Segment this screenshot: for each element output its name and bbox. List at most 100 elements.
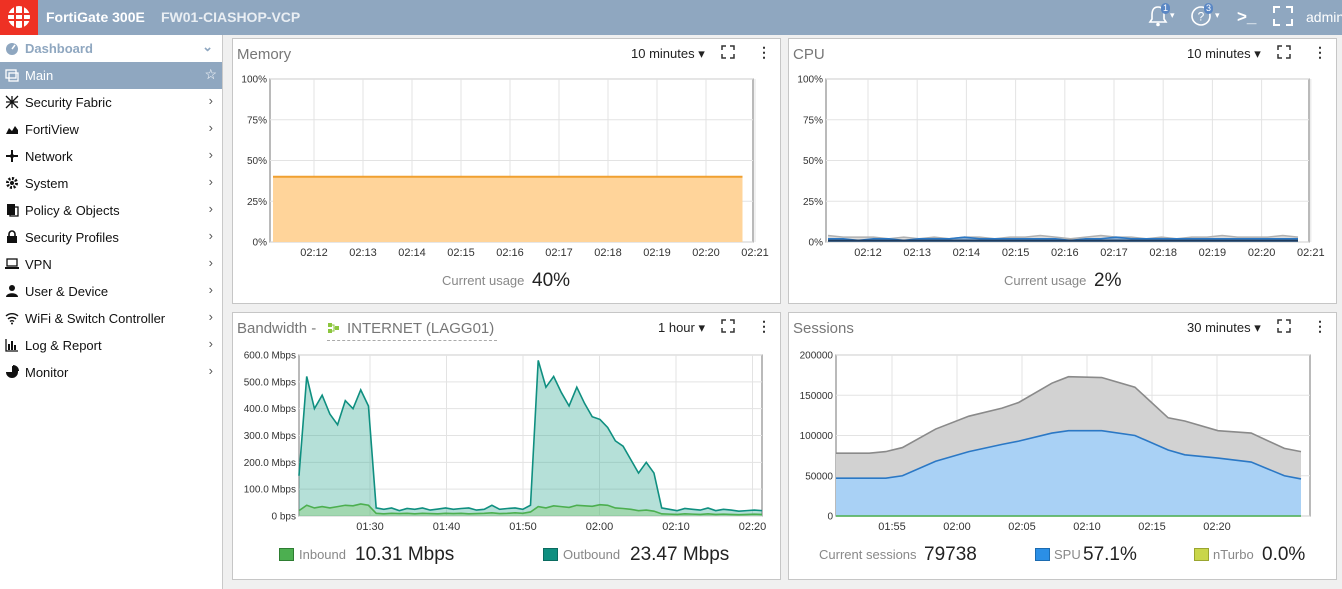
y-tick-label: 25% [247, 197, 267, 208]
x-tick-label: 02:14 [953, 247, 981, 259]
favorite-star-icon[interactable]: ☆ [204, 66, 217, 83]
fabric-icon [5, 95, 19, 109]
current-usage-value: 40% [532, 270, 571, 291]
x-tick-label: 02:14 [398, 247, 426, 259]
alert-bell-icon[interactable]: 1 ▾ [1148, 3, 1178, 29]
chart-svg: 200000 150000 100000 50000 0 01:55 02:00 02:05 0… [800, 351, 1311, 533]
x-tick-label: 01:50 [509, 521, 537, 533]
y-tick-label: 600.0 Mbps [244, 351, 296, 362]
sidebar-item-label: WiFi & Switch Controller [25, 311, 166, 326]
hostname[interactable]: FW01-CIASHOP-VCP [161, 9, 300, 25]
sidebar-item-log-report[interactable]: Log & Report › [0, 332, 222, 359]
chevron-right-icon: › [208, 120, 213, 135]
chevron-right-icon: › [208, 228, 213, 243]
x-tick-label: 02:16 [1051, 247, 1079, 259]
chevron-down-icon: ▾ [1215, 10, 1220, 20]
sidebar-item-monitor[interactable]: Monitor › [0, 359, 222, 386]
x-tick-label: 02:15 [447, 247, 475, 259]
y-tick-label: 50% [247, 156, 267, 167]
x-tick-label: 02:19 [643, 247, 671, 259]
sidebar-item-user-device[interactable]: User & Device › [0, 278, 222, 305]
x-tick-label: 02:10 [662, 521, 690, 533]
y-tick-label: 0 bps [272, 512, 296, 523]
user-icon [5, 284, 19, 298]
x-tick-label: 01:40 [433, 521, 461, 533]
alert-count-badge: 1 [1161, 3, 1171, 14]
policy-icon [5, 203, 19, 217]
x-tick-label: 01:30 [356, 521, 384, 533]
y-tick-label: 500.0 Mbps [244, 377, 296, 388]
chevron-right-icon: › [208, 201, 213, 216]
top-bar: FortiGate 300E FW01-CIASHOP-VCP 1 ▾ ? 3 … [0, 0, 1342, 35]
x-tick-label: 02:05 [1008, 521, 1036, 533]
outbound-legend-swatch [543, 548, 558, 561]
x-tick-label: 02:16 [496, 247, 524, 259]
x-tick-label: 02:20 [692, 247, 720, 259]
sidebar-item-fortiview[interactable]: FortiView › [0, 116, 222, 143]
memory-widget: Memory 10 minutes ⋮ 100%75%50%25%0%02:12… [232, 38, 781, 304]
chevron-down-icon: ⌄ [202, 39, 213, 54]
sidebar-item-label: Policy & Objects [25, 203, 120, 218]
y-tick-label: 0 [827, 512, 833, 523]
sidebar-item-security-profiles[interactable]: Security Profiles › [0, 224, 222, 251]
y-tick-label: 75% [803, 115, 823, 126]
y-tick-label: 100000 [800, 431, 834, 442]
y-tick-label: 75% [247, 115, 267, 126]
help-icon[interactable]: ? 3 ▾ [1190, 3, 1224, 29]
sidebar-item-label: Monitor [25, 365, 69, 380]
nturbo-legend-swatch [1194, 548, 1209, 561]
inbound-label: Inbound [299, 547, 346, 562]
user-menu[interactable]: admin [1306, 9, 1342, 25]
outbound-value: 23.47 Mbps [630, 544, 730, 565]
x-tick-label: 02:13 [349, 247, 377, 259]
x-tick-label: 02:00 [586, 521, 614, 533]
y-tick-label: 200000 [800, 351, 834, 362]
help-count-badge: 3 [1204, 3, 1214, 14]
x-tick-label: 02:21 [741, 247, 769, 259]
series-area-0 [273, 176, 743, 242]
y-tick-label: 100% [241, 75, 267, 86]
x-tick-label: 02:17 [545, 247, 573, 259]
dashboard-icon [5, 41, 19, 55]
y-tick-label: 200.0 Mbps [244, 458, 296, 469]
dashboard-icon [5, 68, 19, 82]
x-tick-label: 02:10 [1073, 521, 1101, 533]
x-tick-label: 01:55 [878, 521, 906, 533]
x-tick-label: 02:17 [1100, 247, 1128, 259]
sidebar-item-vpn[interactable]: VPN › [0, 251, 222, 278]
sidebar-item-label: FortiView [25, 122, 79, 137]
y-tick-label: 400.0 Mbps [244, 404, 296, 415]
lock-icon [5, 230, 19, 244]
bandwidth-widget: Bandwidth - INTERNET (LAGG01) 1 hour ⋮ 6… [232, 312, 781, 580]
current-sessions-label: Current sessions [819, 547, 917, 562]
x-tick-label: 02:12 [300, 247, 328, 259]
sidebar-header-dashboard[interactable]: Dashboard ⌄ [0, 35, 222, 62]
fullscreen-icon[interactable] [1272, 5, 1294, 29]
cli-console-icon[interactable]: >_ [1237, 7, 1256, 31]
spu-legend-swatch [1035, 548, 1050, 561]
chart-svg: 100% 75% 50% 25% 0% 02:12 02:13 02:14 02:15 02:16… [797, 75, 1325, 260]
network-icon [5, 149, 19, 163]
x-tick-label: 02:21 [1297, 247, 1325, 259]
nturbo-label: nTurbo [1213, 547, 1254, 562]
sidebar-item-network[interactable]: Network › [0, 143, 222, 170]
current-sessions-value: 79738 [924, 544, 977, 565]
sidebar-item-label: VPN [25, 257, 52, 272]
x-tick-label: 02:00 [943, 521, 971, 533]
y-tick-label: 50000 [805, 471, 833, 482]
sidebar-item-policy-objects[interactable]: Policy & Objects › [0, 197, 222, 224]
sidebar-item-system[interactable]: System › [0, 170, 222, 197]
sidebar-item-wifi-switch-controller[interactable]: WiFi & Switch Controller › [0, 305, 222, 332]
current-usage-value: 2% [1094, 270, 1122, 291]
chevron-right-icon: › [208, 174, 213, 189]
product-name: FortiGate 300E [46, 9, 145, 25]
sidebar-item-main[interactable]: Main ☆ [0, 62, 222, 89]
x-tick-label: 02:15 [1138, 521, 1166, 533]
sidebar-item-label: Log & Report [25, 338, 102, 353]
sessions-widget: Sessions 30 minutes ⋮ 200000150000100000… [788, 312, 1337, 580]
x-tick-label: 02:18 [594, 247, 622, 259]
current-usage-label: Current usage [1004, 273, 1087, 288]
sidebar-item-security-fabric[interactable]: Security Fabric › [0, 89, 222, 116]
x-tick-label: 02:15 [1002, 247, 1030, 259]
chevron-down-icon: ▾ [1170, 10, 1175, 20]
